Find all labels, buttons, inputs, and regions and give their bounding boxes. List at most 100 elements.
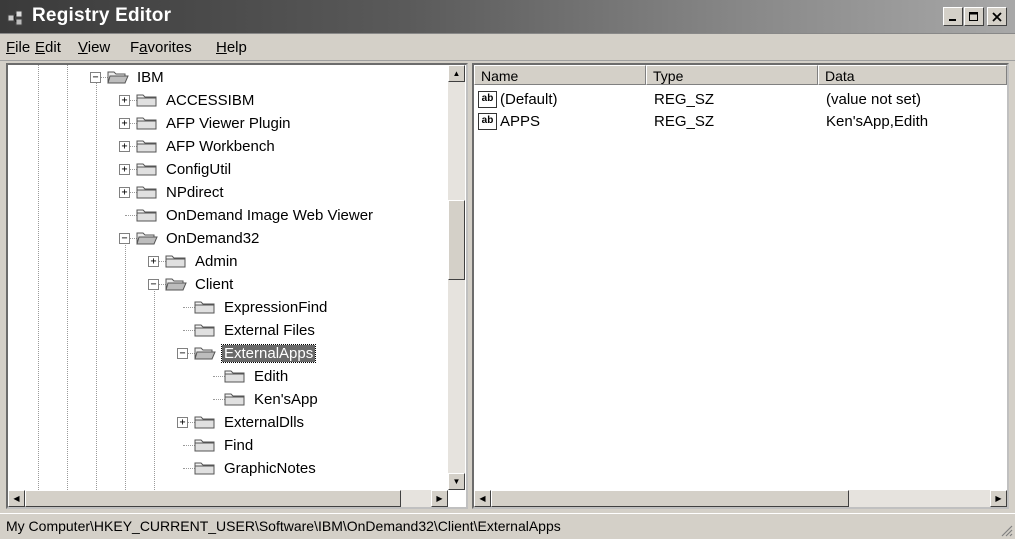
tree-node-label: Find <box>224 436 254 454</box>
folder-icon <box>136 184 158 200</box>
tree-node[interactable]: + ACCESSIBM <box>119 89 256 111</box>
list-scroll-right-button[interactable]: ▶ <box>990 490 1007 507</box>
tree-node[interactable]: − Client <box>148 273 235 295</box>
values-list-pane[interactable]: Name Type Data ab (Default) REG_SZ (valu… <box>472 63 1009 509</box>
menu-help[interactable]: Help <box>216 39 247 56</box>
arrow-right-icon: ▶ <box>995 494 1002 503</box>
tree-node[interactable]: + ConfigUtil <box>119 158 233 180</box>
folder-icon <box>194 437 216 453</box>
tree-node[interactable]: Edith <box>207 365 290 387</box>
menu-view[interactable]: View <box>78 39 110 56</box>
folder-icon <box>136 115 158 131</box>
tree-scroll-right-button[interactable]: ▶ <box>431 490 448 507</box>
close-icon <box>992 11 1002 22</box>
folder-icon <box>194 414 216 430</box>
value-data: (value not set) <box>826 90 922 108</box>
arrow-left-icon: ◀ <box>13 494 20 503</box>
expand-icon[interactable]: + <box>119 186 130 198</box>
folder-icon <box>194 460 216 476</box>
value-name: (Default) <box>500 90 558 108</box>
column-header-type[interactable]: Type <box>646 65 818 85</box>
tree-guide-line <box>38 65 39 490</box>
tree-node-label: ExpressionFind <box>224 298 328 316</box>
registry-editor-icon <box>6 7 26 27</box>
string-value-icon: ab <box>478 90 497 108</box>
tree-node-label: AFP Viewer Plugin <box>166 114 291 132</box>
minimize-button[interactable] <box>943 7 963 26</box>
tree-horizontal-scroll-thumb[interactable] <box>25 490 401 507</box>
menu-edit[interactable]: Edit <box>35 39 61 56</box>
tree-node[interactable]: GraphicNotes <box>177 457 318 479</box>
tree-node-label: ConfigUtil <box>166 160 232 178</box>
key-tree-pane[interactable]: − IBM + ACCESSIBM + AFP Viewer Plugin + AFP Wor… <box>6 63 468 509</box>
tree-scroll-up-button[interactable]: ▲ <box>448 65 465 82</box>
tree-node[interactable]: − ExternalApps <box>177 342 317 364</box>
folder-open-icon <box>136 230 158 246</box>
arrow-down-icon: ▼ <box>452 477 461 486</box>
status-path: My Computer\HKEY_CURRENT_USER\Software\I… <box>6 518 561 534</box>
tree-node-label: Edith <box>254 367 289 385</box>
tree-node-label: ExternalApps <box>220 343 317 363</box>
expand-icon[interactable]: + <box>177 416 188 428</box>
column-header-name[interactable]: Name <box>474 65 646 85</box>
collapse-icon[interactable]: − <box>148 278 159 290</box>
tree-node[interactable]: ExpressionFind <box>177 296 329 318</box>
column-header-data[interactable]: Data <box>818 65 1007 85</box>
maximize-button[interactable] <box>964 7 984 26</box>
folder-open-icon <box>194 345 216 361</box>
list-horizontal-scroll-thumb[interactable] <box>491 490 849 507</box>
collapse-icon[interactable]: − <box>119 232 130 244</box>
tree-node[interactable]: − OnDemand32 <box>119 227 261 249</box>
tree-node[interactable]: External Files <box>177 319 317 341</box>
maximize-icon <box>969 11 978 21</box>
expand-icon[interactable]: + <box>119 94 130 106</box>
collapse-icon[interactable]: − <box>177 347 188 359</box>
close-button[interactable] <box>987 7 1007 26</box>
tree-guide-line <box>154 284 155 490</box>
tree-node[interactable]: + NPdirect <box>119 181 226 203</box>
expand-icon[interactable]: + <box>148 255 159 267</box>
window-title: Registry Editor <box>32 5 172 26</box>
list-row[interactable]: ab APPS REG_SZ Ken'sApp,Edith <box>478 110 998 132</box>
folder-icon <box>136 161 158 177</box>
folder-icon <box>194 299 216 315</box>
tree-node[interactable]: − IBM <box>90 66 166 88</box>
tree-node-label: Admin <box>195 252 238 270</box>
folder-icon <box>136 92 158 108</box>
resize-grip-icon[interactable] <box>999 523 1013 537</box>
menu-favorites[interactable]: Favorites <box>130 39 192 56</box>
folder-icon <box>224 368 246 384</box>
tree-node[interactable]: + Admin <box>148 250 240 272</box>
expand-icon[interactable]: + <box>119 163 130 175</box>
menu-bar: File Edit View Favorites Help <box>0 34 1015 61</box>
tree-node-label: OnDemand32 <box>166 229 260 247</box>
tree-node[interactable]: + ExternalDlls <box>177 411 306 433</box>
tree-scroll-left-button[interactable]: ◀ <box>8 490 25 507</box>
expand-icon[interactable]: + <box>119 140 130 152</box>
menu-file[interactable]: File <box>6 39 30 56</box>
folder-open-icon <box>165 276 187 292</box>
tree-node[interactable]: Find <box>177 434 255 456</box>
folder-icon <box>224 391 246 407</box>
expand-icon[interactable]: + <box>119 117 130 129</box>
tree-node-label: NPdirect <box>166 183 224 201</box>
tree-scroll-down-button[interactable]: ▼ <box>448 473 465 490</box>
value-name: APPS <box>500 112 541 130</box>
tree-node[interactable]: + AFP Viewer Plugin <box>119 112 293 134</box>
status-bar: My Computer\HKEY_CURRENT_USER\Software\I… <box>0 513 1015 539</box>
list-row[interactable]: ab (Default) REG_SZ (value not set) <box>478 88 998 110</box>
tree-guide-line <box>96 77 97 490</box>
list-scroll-left-button[interactable]: ◀ <box>474 490 491 507</box>
tree-node[interactable]: OnDemand Image Web Viewer <box>119 204 375 226</box>
arrow-up-icon: ▲ <box>452 69 461 78</box>
tree-node-label: IBM <box>137 68 164 86</box>
tree-node-label: ACCESSIBM <box>166 91 255 109</box>
tree-node[interactable]: + AFP Workbench <box>119 135 277 157</box>
tree-node[interactable]: Ken'sApp <box>207 388 320 410</box>
collapse-icon[interactable]: − <box>90 71 101 83</box>
string-value-icon: ab <box>478 112 497 130</box>
tree-node-label: GraphicNotes <box>224 459 316 477</box>
tree-vertical-scroll-thumb[interactable] <box>448 200 465 280</box>
folder-open-icon <box>107 69 129 85</box>
title-bar[interactable]: Registry Editor <box>0 0 1015 34</box>
